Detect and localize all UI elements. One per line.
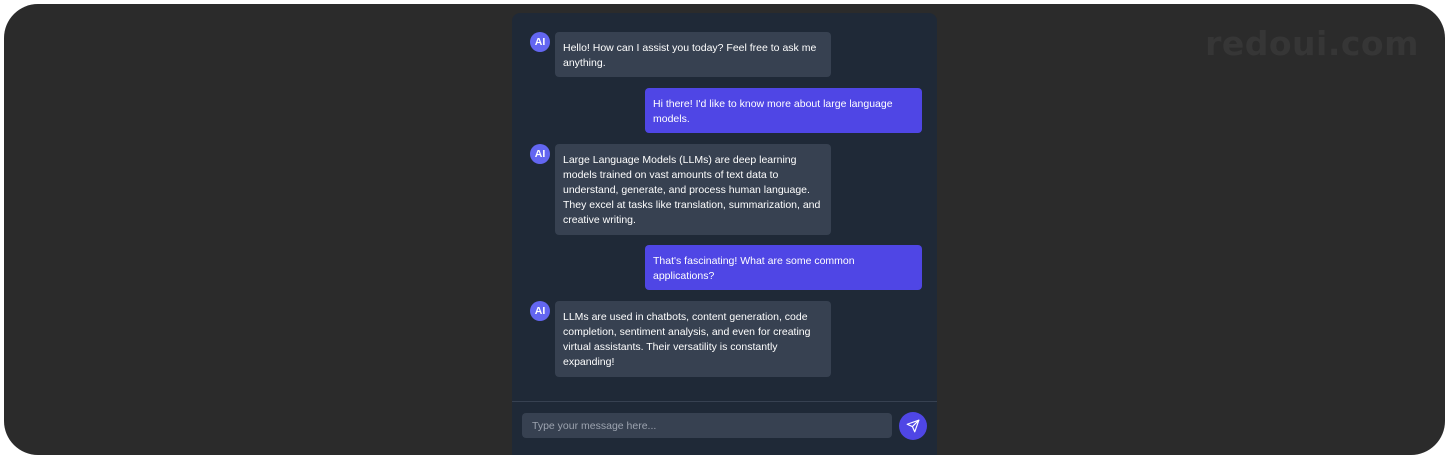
message-list: AI Hello! How can I assist you today? Fe… [512, 13, 937, 397]
ai-message: Large Language Models (LLMs) are deep le… [555, 144, 831, 235]
user-message: Hi there! I'd like to know more about la… [645, 88, 922, 133]
input-divider [512, 401, 937, 402]
ai-message: Hello! How can I assist you today? Feel … [555, 32, 831, 77]
send-button[interactable] [899, 412, 927, 440]
message-input[interactable] [522, 413, 892, 438]
canvas-background: redoui.com AI Hello! How can I assist yo… [4, 4, 1445, 455]
ai-avatar: AI [530, 32, 550, 52]
ai-avatar: AI [530, 144, 550, 164]
chat-window: AI Hello! How can I assist you today? Fe… [512, 13, 937, 455]
send-icon [906, 419, 920, 433]
ai-avatar: AI [530, 301, 550, 321]
user-message: That's fascinating! What are some common… [645, 245, 922, 290]
ai-message: LLMs are used in chatbots, content gener… [555, 301, 831, 377]
watermark: redoui.com [1205, 24, 1419, 63]
